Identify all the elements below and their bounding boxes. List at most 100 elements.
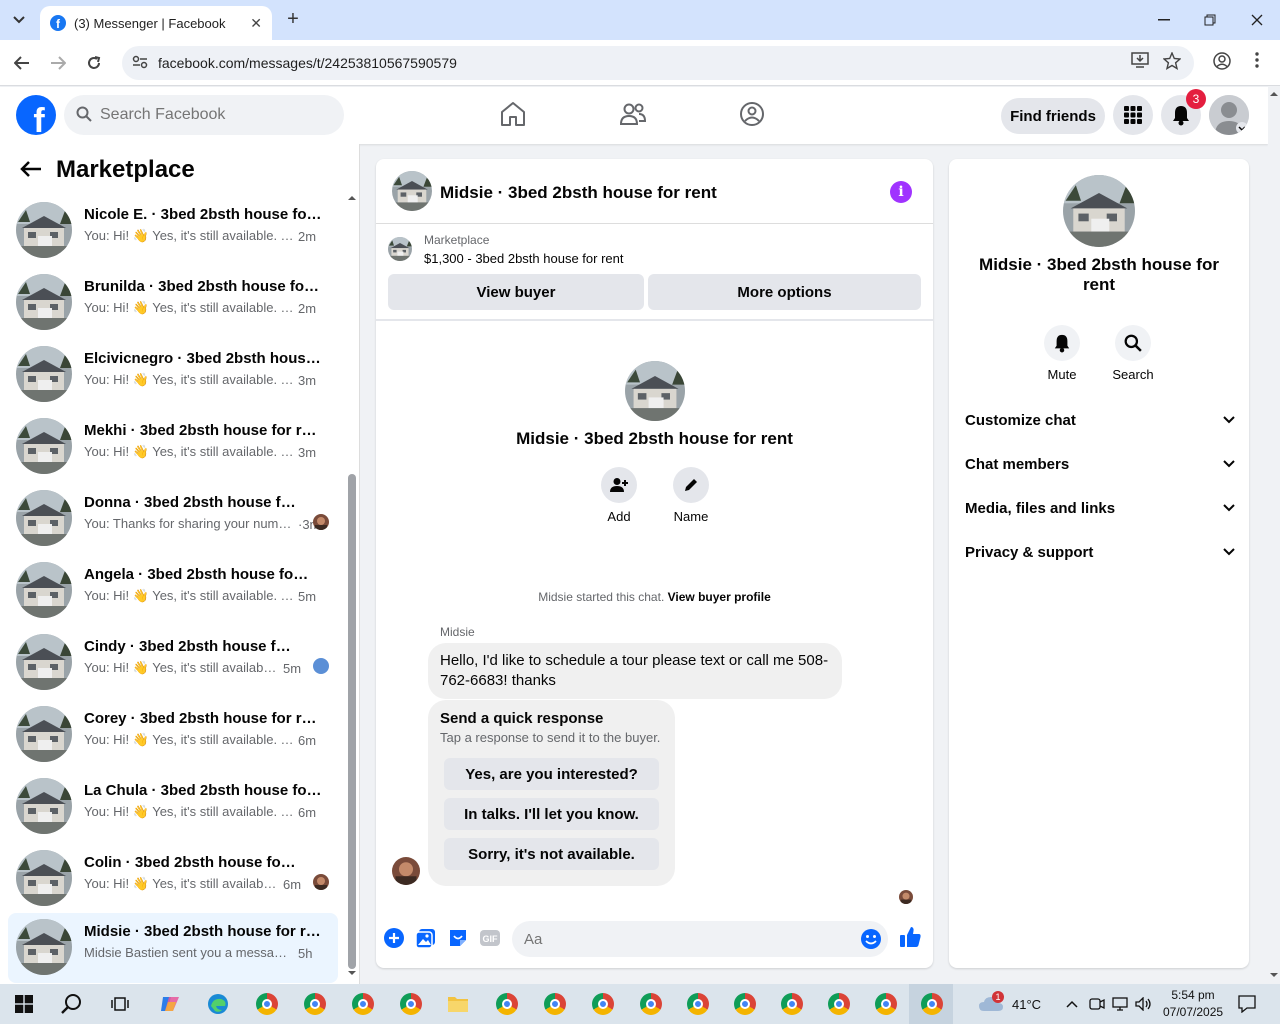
- conversation-item[interactable]: Corey · 3bed 2bsth house for rent You: H…: [8, 700, 338, 770]
- edit-name-button[interactable]: Name: [661, 467, 721, 524]
- chrome-icon[interactable]: [825, 990, 853, 1018]
- tab-search-chevron-icon[interactable]: [6, 8, 32, 32]
- chrome-icon[interactable]: [253, 990, 281, 1018]
- conversation-item[interactable]: Brunilda · 3bed 2bsth house for rent You…: [8, 268, 338, 338]
- edge-browser-icon[interactable]: [204, 990, 232, 1018]
- intro-name: Midsie · 3bed 2bsth house for rent: [516, 429, 793, 448]
- listing-price[interactable]: $1,300 - 3bed 2bsth house for rent: [424, 251, 623, 266]
- facebook-logo-icon[interactable]: f: [16, 95, 56, 135]
- customize-chat-section[interactable]: Customize chat: [965, 405, 1235, 435]
- notification-count-badge: 3: [1186, 89, 1206, 109]
- facebook-search[interactable]: [64, 95, 344, 135]
- chrome-icon[interactable]: [731, 990, 759, 1018]
- sender-avatar[interactable]: [392, 857, 420, 885]
- page-scrollbar[interactable]: [1268, 87, 1280, 984]
- volume-icon[interactable]: [1135, 984, 1153, 1024]
- thumbs-up-icon[interactable]: [899, 925, 921, 947]
- bookmark-star-icon[interactable]: [1162, 51, 1182, 74]
- sticker-icon[interactable]: [447, 927, 469, 949]
- info-icon[interactable]: i: [890, 181, 912, 203]
- media-files-links-section[interactable]: Media, files and links: [965, 493, 1235, 523]
- browser-tab[interactable]: f (3) Messenger | Facebook ✕: [40, 6, 272, 40]
- conversation-item[interactable]: La Chula · 3bed 2bsth house for rent You…: [8, 772, 338, 842]
- friends-icon[interactable]: [618, 99, 648, 129]
- view-buyer-profile-link[interactable]: View buyer profile: [668, 590, 771, 604]
- chrome-icon[interactable]: [872, 990, 900, 1018]
- chrome-icon[interactable]: [397, 990, 425, 1018]
- system-clock[interactable]: 5:54 pm 07/07/2025: [1163, 987, 1223, 1021]
- gif-icon[interactable]: GIF: [479, 927, 501, 949]
- browser-profile-icon[interactable]: [1213, 52, 1231, 74]
- conversation-item[interactable]: Cindy · 3bed 2bsth house for rent You: H…: [8, 628, 338, 698]
- listing-thumbnail: [16, 418, 72, 474]
- forward-icon[interactable]: [45, 50, 71, 76]
- view-buyer-button[interactable]: View buyer: [388, 274, 644, 310]
- groups-icon[interactable]: [737, 99, 767, 129]
- tray-overflow-icon[interactable]: [1066, 984, 1078, 1024]
- chat-avatar[interactable]: [392, 171, 432, 211]
- network-icon[interactable]: [1112, 984, 1128, 1024]
- chrome-icon[interactable]: [301, 990, 329, 1018]
- task-view-icon[interactable]: [106, 990, 134, 1018]
- conversation-item[interactable]: Elcivicnegro · 3bed 2bsth house for rent…: [8, 340, 338, 410]
- conversation-item[interactable]: Colin · 3bed 2bsth house for rent You: H…: [8, 844, 338, 914]
- back-icon[interactable]: [9, 50, 35, 76]
- close-window-icon[interactable]: [1234, 0, 1280, 40]
- sidebar-scroll-thumb[interactable]: [348, 474, 356, 969]
- address-bar[interactable]: facebook.com/messages/t/2425381056759057…: [122, 46, 1194, 80]
- minimize-window-icon[interactable]: [1141, 0, 1187, 40]
- weather-widget[interactable]: 1 41°C: [978, 984, 1041, 1024]
- chrome-icon[interactable]: [918, 990, 946, 1018]
- chrome-icon[interactable]: [684, 990, 712, 1018]
- browser-menu-icon[interactable]: [1255, 52, 1259, 72]
- chat-members-section[interactable]: Chat members: [965, 449, 1235, 479]
- back-arrow-icon[interactable]: [20, 160, 42, 181]
- windows-start-icon[interactable]: [10, 990, 38, 1018]
- clock-time: 5:54 pm: [1171, 988, 1215, 1002]
- profile-avatar[interactable]: [1209, 95, 1249, 135]
- listing-thumbnail: [16, 706, 72, 762]
- add-people-button[interactable]: Add: [589, 467, 649, 524]
- quick-response-option[interactable]: In talks. I'll let you know.: [444, 798, 659, 830]
- mute-button[interactable]: Mute: [1032, 325, 1092, 382]
- conversation-time: 6m: [298, 733, 317, 748]
- copilot-icon[interactable]: [156, 990, 184, 1018]
- weather-badge: 1: [992, 991, 1004, 1003]
- chrome-icon[interactable]: [493, 990, 521, 1018]
- chrome-icon[interactable]: [541, 990, 569, 1018]
- taskbar-search-icon[interactable]: [58, 990, 86, 1018]
- meet-now-icon[interactable]: [1089, 984, 1105, 1024]
- conversation-item[interactable]: Donna · 3bed 2bsth house for rent You: T…: [8, 484, 338, 554]
- restore-window-icon[interactable]: [1187, 0, 1233, 40]
- chrome-icon[interactable]: [637, 990, 665, 1018]
- listing-thumbnail: [16, 490, 72, 546]
- install-app-icon[interactable]: [1131, 52, 1149, 72]
- conversation-item[interactable]: Mekhi · 3bed 2bsth house for rent You: H…: [8, 412, 338, 482]
- privacy-support-section[interactable]: Privacy & support: [965, 537, 1235, 567]
- plus-circle-icon[interactable]: [383, 927, 405, 949]
- notification-center-icon[interactable]: [1238, 984, 1256, 1024]
- chrome-icon[interactable]: [778, 990, 806, 1018]
- quick-response-option[interactable]: Yes, are you interested?: [444, 758, 659, 790]
- new-tab-button[interactable]: +: [282, 8, 304, 32]
- find-friends-button[interactable]: Find friends: [1001, 98, 1105, 134]
- chrome-icon[interactable]: [349, 990, 377, 1018]
- close-tab-icon[interactable]: ✕: [250, 15, 262, 32]
- reload-icon[interactable]: [81, 50, 107, 76]
- menu-grid-icon[interactable]: [1113, 95, 1153, 135]
- message-input[interactable]: [512, 921, 888, 957]
- emoji-icon[interactable]: [860, 928, 882, 950]
- search-input[interactable]: [100, 106, 320, 124]
- conversation-item-active[interactable]: Midsie · 3bed 2bsth house for rent Midsi…: [8, 913, 338, 983]
- more-options-button[interactable]: More options: [648, 274, 921, 310]
- chat-title[interactable]: Midsie · 3bed 2bsth house for rent: [440, 183, 717, 203]
- home-icon[interactable]: [498, 99, 528, 129]
- search-in-conversation-button[interactable]: Search: [1103, 325, 1163, 382]
- file-explorer-icon[interactable]: [444, 990, 472, 1018]
- conversation-item[interactable]: Angela · 3bed 2bsth house for rent You: …: [8, 556, 338, 626]
- chrome-icon[interactable]: [589, 990, 617, 1018]
- photo-icon[interactable]: [415, 927, 437, 949]
- site-settings-icon[interactable]: [132, 55, 152, 72]
- conversation-item[interactable]: Nicole E. · 3bed 2bsth house for rent Yo…: [8, 196, 338, 266]
- quick-response-option[interactable]: Sorry, it's not available.: [444, 838, 659, 870]
